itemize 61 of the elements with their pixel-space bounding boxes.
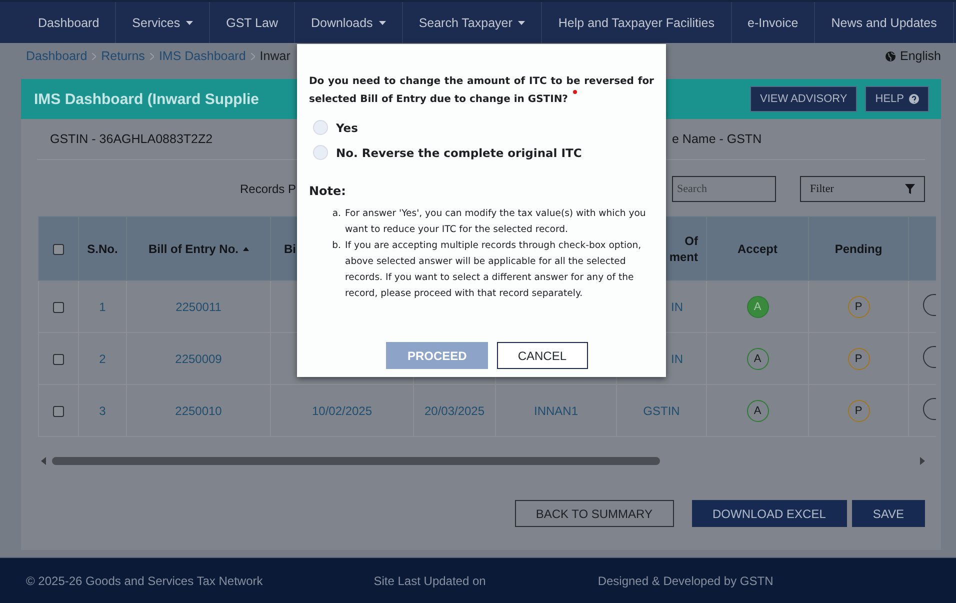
scroll-left-icon	[41, 457, 46, 465]
scrollbar-thumb[interactable]	[52, 457, 660, 465]
table-cell: 10/02/2025	[312, 404, 372, 418]
chevron-icon	[92, 52, 96, 60]
pending-badge[interactable]: P	[848, 400, 870, 422]
footer-text: Designed & Developed by GSTN	[598, 574, 774, 588]
list-marker: b.	[331, 239, 342, 253]
filter-icon	[905, 184, 916, 194]
table-cell: GSTIN	[643, 404, 680, 418]
scroll-right-icon	[920, 457, 925, 465]
sort-icon	[242, 247, 248, 252]
column-header: S.No.	[78, 216, 126, 280]
help-button[interactable]: HELP	[865, 86, 929, 112]
chevron-icon	[250, 52, 255, 60]
footer-text: © 2025-26 Goods and Services Tax Network	[26, 574, 263, 588]
radio-button[interactable]	[313, 145, 328, 160]
accept-badge[interactable]: A	[746, 348, 768, 370]
dialog-button[interactable]: CANCEL	[496, 342, 588, 369]
action-button[interactable]: SAVE	[852, 500, 925, 527]
nav-item[interactable]: GST Law	[210, 2, 295, 43]
filter-dropdown[interactable]: Filter	[800, 176, 926, 202]
column-header: Pending	[808, 216, 908, 280]
table-cell: IN	[671, 300, 683, 314]
pending-badge[interactable]: P	[848, 348, 870, 370]
gstin-text: GSTIN - 36AGHLA0883T2Z2	[49, 132, 214, 146]
table-cell: IN	[671, 352, 683, 366]
note-title: Note:	[309, 184, 347, 198]
nav-item[interactable]: e-Invoice	[732, 2, 816, 43]
column-header: Bill of Entry No.	[126, 216, 270, 280]
accept-badge[interactable]: A	[746, 400, 768, 422]
footer-text: Site Last Updated on	[374, 574, 486, 588]
checkbox[interactable]	[53, 302, 64, 313]
question-text: Do you need to change the amount of ITC to be reversed for selected Bill of Entry due to change in GSTIN?	[309, 75, 654, 107]
action-button[interactable]: DOWNLOAD EXCEL	[692, 500, 847, 527]
nav-item[interactable]: Downloads	[294, 2, 403, 43]
nav-item[interactable]: Search Taxpayer	[402, 2, 542, 43]
trade-name-text: e Name - GSTN	[672, 132, 763, 146]
pending-badge[interactable]: P	[848, 296, 870, 318]
nav-item[interactable]: News and Updates	[815, 2, 954, 43]
column-header: Accept	[706, 216, 808, 280]
checkbox[interactable]	[53, 354, 64, 365]
option-label[interactable]: Yes	[336, 120, 358, 134]
nav-item[interactable]: Dashboard	[22, 2, 116, 43]
checkbox[interactable]	[53, 244, 64, 255]
breadcrumb-current: Inwar	[260, 49, 290, 63]
help-icon	[909, 94, 919, 104]
nav-item[interactable]: Help and Taxpayer Facilities	[542, 2, 732, 43]
radio-button[interactable]	[313, 120, 328, 135]
search-field[interactable]: Search	[672, 176, 776, 202]
language-link[interactable]: English	[900, 49, 941, 63]
chevron-icon	[150, 52, 154, 60]
advisory-button[interactable]: VIEW ADVISORY	[750, 86, 858, 112]
table-cell: 20/03/2025	[424, 404, 485, 418]
option-label[interactable]: No. Reverse the complete original ITC	[336, 146, 582, 160]
nav-item[interactable]: Services	[116, 2, 210, 43]
records-label: Records P	[240, 182, 296, 196]
panel-title: IMS Dashboard (Inward Supplie	[34, 90, 260, 108]
action-button[interactable]: BACK TO SUMMARY	[514, 500, 674, 527]
table-cell: INNAN1	[534, 404, 578, 418]
globe-icon	[885, 50, 896, 62]
checkbox[interactable]	[53, 406, 64, 417]
